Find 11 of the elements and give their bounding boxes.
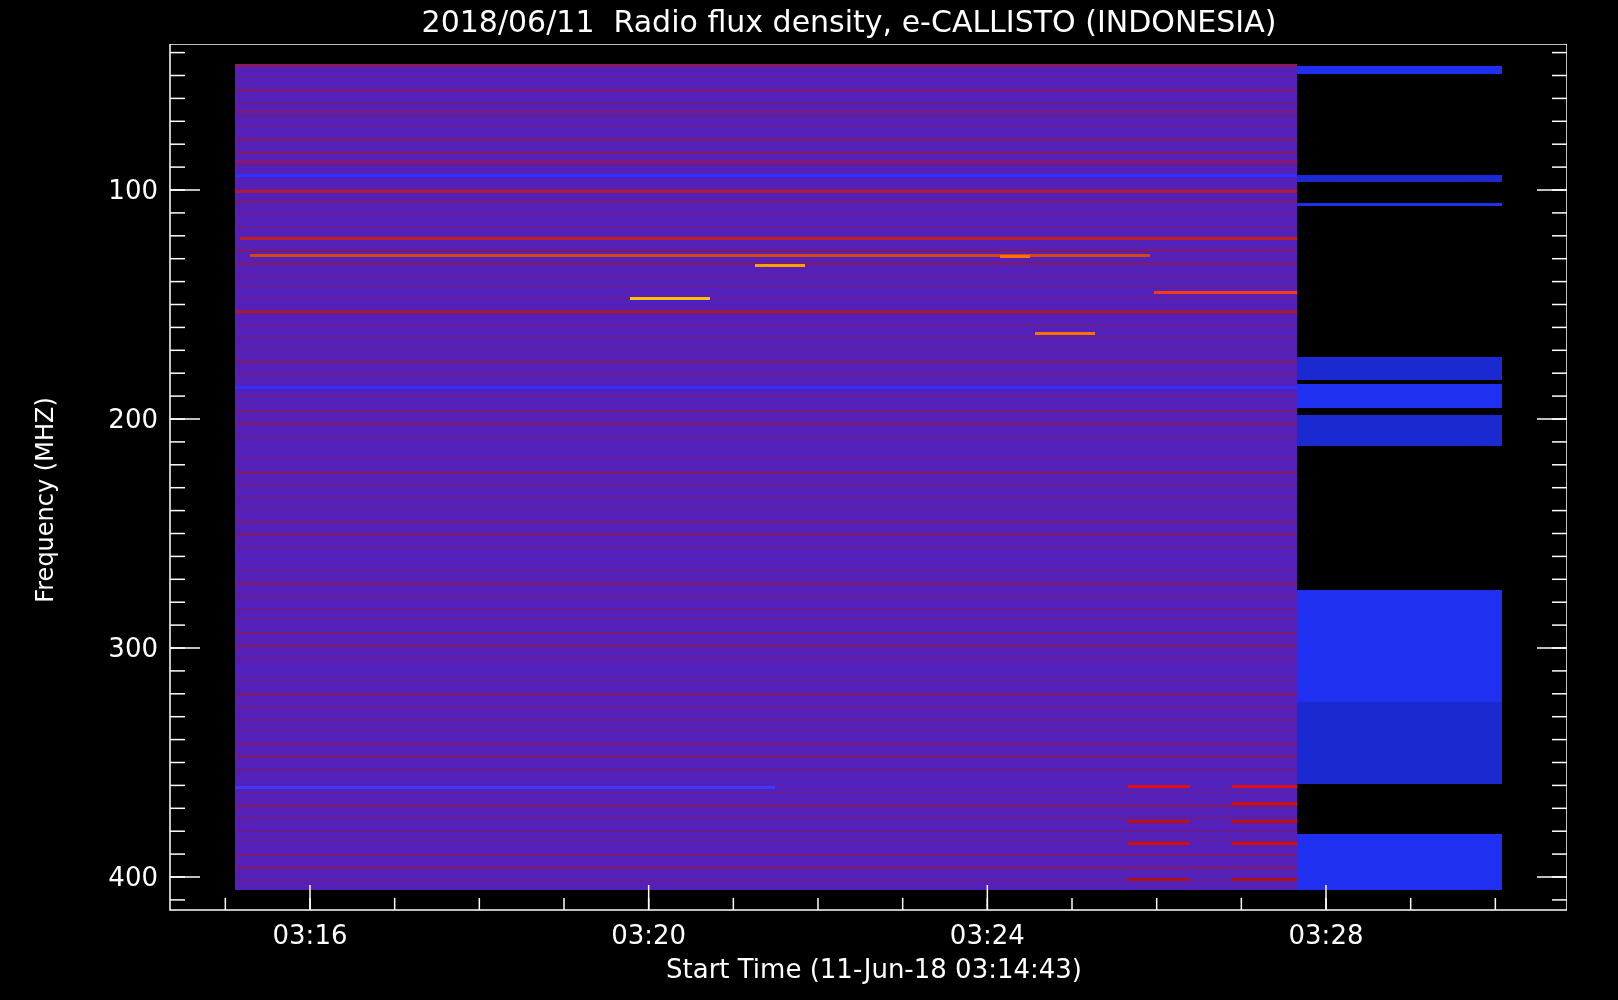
- y-tick-label: 200: [108, 404, 158, 434]
- x-tick-label: 03:28: [1288, 920, 1364, 950]
- y-tick-label: 100: [108, 175, 158, 205]
- x-axis-label: Start Time (11-Jun-18 03:14:43): [666, 956, 1082, 986]
- y-axis-label: Frequency (MHZ): [30, 397, 60, 603]
- y-tick-label: 300: [108, 633, 158, 663]
- x-tick-label: 03:24: [949, 920, 1025, 950]
- x-tick-label: 03:16: [272, 920, 348, 950]
- y-tick-label: 400: [108, 862, 158, 892]
- chart-title: 2018/06/11 Radio flux density, e-CALLISTO (INDONESIA): [421, 7, 1277, 37]
- x-tick-label: 03:20: [611, 920, 687, 950]
